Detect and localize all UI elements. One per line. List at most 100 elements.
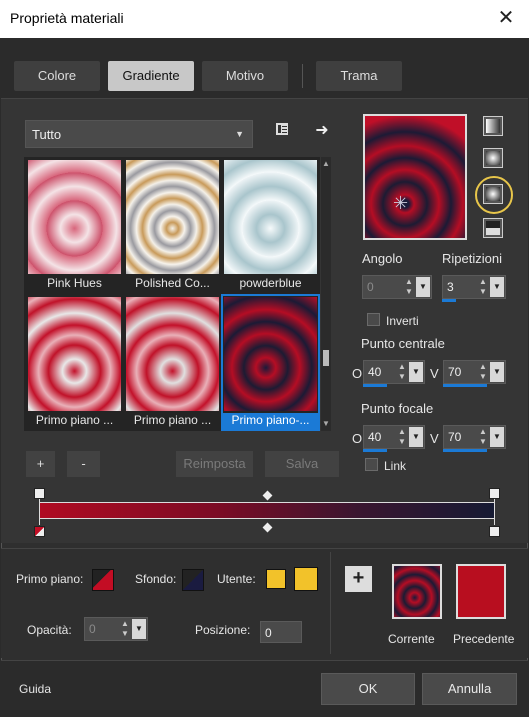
gradient-tile-label: Polished Co... [135,276,210,290]
value-bar [442,299,456,302]
gradient-tile-label: Primo piano ... [35,413,114,427]
add-gradient-button[interactable]: + [26,451,55,477]
gradient-tile[interactable]: Primo piano ... [125,296,220,429]
focal-o-spinbox[interactable]: 40 ▲ ▼ ▼ [363,425,425,452]
radial-gradient-type-icon[interactable] [483,184,503,204]
gradient-tile[interactable]: powderblue [223,159,318,292]
tab-gradiente[interactable]: Gradiente [108,61,194,91]
gradient-swatch [126,297,219,411]
gradient-swatch [224,297,317,411]
repeats-value: 3 [447,280,454,294]
position-value: 0 [265,626,272,640]
angle-value: 0 [367,280,374,294]
focal-v-label: V [430,431,439,446]
tab-trama[interactable]: Trama [316,61,402,91]
tab-motivo[interactable]: Motivo [202,61,288,91]
rectangular-gradient-type-icon[interactable] [483,148,503,168]
value-bar [363,449,387,452]
dropdown-arrow-icon[interactable]: ▼ [490,362,504,382]
gradient-tile-label: Primo piano ... [133,413,212,427]
scroll-up-icon[interactable]: ▲ [322,159,330,168]
gradient-swatch [126,160,219,274]
arrow-right-icon[interactable]: ➜ [311,120,333,142]
reset-button[interactable]: Reimposta [176,451,253,477]
foreground-label: Primo piano: [16,572,84,586]
dropdown-arrow-icon[interactable]: ▼ [490,277,504,297]
spin-arrows-icon[interactable]: ▲ ▼ [119,619,131,639]
focal-v-spinbox[interactable]: 70 ▲ ▼ ▼ [443,425,506,452]
gradient-swatch [224,160,317,274]
library-filter-dropdown[interactable]: Tutto ▼ [25,120,253,148]
gradient-preview[interactable]: ✳ [363,114,467,240]
focal-v-value: 70 [448,430,462,444]
angle-spinbox[interactable]: 0 ▲ ▼ ▼ [362,275,432,299]
link-checkbox[interactable] [365,458,378,471]
repeats-spinbox[interactable]: 3 ▲ ▼ ▼ [442,275,506,302]
focal-point-crosshair-icon[interactable]: ✳ [393,194,408,212]
focal-o-value: 40 [368,430,382,444]
left-color-stop-marker[interactable] [34,526,45,537]
library-scrollbar[interactable]: ▲ ▼ [321,157,331,431]
tab-divider [302,64,303,88]
remove-gradient-button[interactable]: - [67,451,100,477]
cancel-button[interactable]: Annulla [422,673,517,705]
ok-button[interactable]: OK [321,673,415,705]
repeats-label: Ripetizioni [442,251,502,266]
tab-colore[interactable]: Colore [14,61,100,91]
user-color-swatch[interactable] [266,569,286,589]
position-input[interactable]: 0 [260,621,302,643]
dropdown-arrow-icon[interactable]: ▼ [409,427,423,447]
gradient-swatch [28,160,121,274]
spin-arrows-icon[interactable]: ▲ ▼ [477,362,489,382]
chevron-down-icon: ▼ [235,129,244,139]
position-label: Posizione: [195,623,251,637]
center-o-spinbox[interactable]: 40 ▲ ▼ ▼ [363,360,425,387]
spin-arrows-icon[interactable]: ▲ ▼ [477,427,489,447]
top-right-stop-marker[interactable] [489,488,500,499]
library-manager-icon[interactable] [271,121,293,143]
center-v-label: V [430,366,439,381]
spin-arrows-icon[interactable]: ▲ ▼ [403,277,415,297]
previous-material-preview[interactable] [456,564,506,619]
dropdown-arrow-icon[interactable]: ▼ [132,619,146,639]
scroll-down-icon[interactable]: ▼ [322,419,330,428]
gradient-tile[interactable]: Pink Hues [27,159,122,292]
foreground-swatch[interactable] [92,569,114,591]
top-left-stop-marker[interactable] [34,488,45,499]
opacity-spinbox[interactable]: 0 ▲ ▼ ▼ [84,617,148,641]
dropdown-arrow-icon[interactable]: ▼ [416,277,430,297]
spin-arrows-icon[interactable]: ▲ ▼ [396,427,408,447]
invert-label: Inverti [386,314,419,328]
save-button[interactable]: Salva [265,451,339,477]
center-o-label: O [352,366,363,381]
help-link[interactable]: Guida [19,682,51,696]
current-label: Corrente [388,632,435,646]
user-color-swatch-large[interactable] [294,567,318,591]
background-label: Sfondo: [135,572,177,586]
title-bar: Proprietà materiali ✕ [0,0,529,38]
current-material-preview[interactable] [392,564,442,619]
opacity-value: 0 [89,622,96,636]
spin-arrows-icon[interactable]: ▲ ▼ [477,277,489,297]
spin-arrows-icon[interactable]: ▲ ▼ [396,362,408,382]
sunburst-gradient-type-icon[interactable] [483,218,503,238]
background-swatch[interactable] [182,569,204,591]
gradient-editor-bar[interactable] [39,502,495,519]
gradient-swatch [28,297,121,411]
center-v-spinbox[interactable]: 70 ▲ ▼ ▼ [443,360,506,387]
center-v-value: 70 [448,365,462,379]
value-bar [443,384,487,387]
gradient-tile-selected[interactable]: Primo piano-... [221,294,320,431]
panel-divider [330,552,331,654]
add-to-swatches-button[interactable]: + [345,566,372,592]
dropdown-arrow-icon[interactable]: ▼ [490,427,504,447]
dropdown-arrow-icon[interactable]: ▼ [409,362,423,382]
close-button[interactable]: ✕ [493,4,519,32]
scrollbar-thumb[interactable] [323,350,329,366]
right-color-stop-marker[interactable] [489,526,500,537]
gradient-tile[interactable]: Primo piano ... [27,296,122,429]
invert-checkbox[interactable] [367,313,380,326]
linear-gradient-type-icon[interactable] [483,116,503,136]
window-title: Proprietà materiali [10,10,124,26]
gradient-tile[interactable]: Polished Co... [125,159,220,292]
